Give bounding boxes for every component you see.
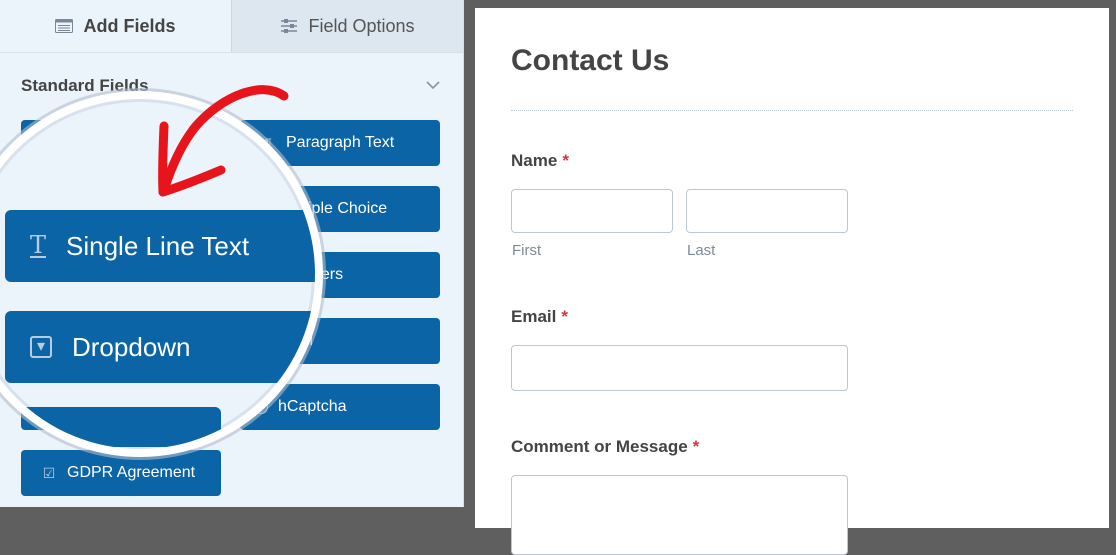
field-button-gdpr-agreement[interactable]: ☑ GDPR Agreement: [21, 450, 221, 496]
required-marker: *: [561, 307, 568, 326]
title-divider: [511, 110, 1073, 111]
field-button-label: Single Line Text: [66, 230, 250, 261]
form-preview: Contact Us Name * First Last Email * Comme…: [475, 8, 1109, 555]
email-label: Email *: [511, 307, 568, 327]
name-label-text: Name: [511, 151, 558, 170]
field-button-dropdown[interactable]: ▾ Dropdown: [5, 311, 315, 383]
email-label-text: Email: [511, 307, 557, 326]
message-label-text: Comment or Message: [511, 437, 688, 456]
field-button-label: Dropdown: [72, 331, 191, 362]
text-cursor-icon: T: [30, 231, 47, 259]
field-sidebar: Add Fields Field Options Standard Fields…: [0, 0, 464, 507]
last-name-input[interactable]: [686, 189, 848, 233]
list-table-icon: [55, 19, 74, 33]
message-textarea[interactable]: [511, 475, 848, 555]
first-name-input[interactable]: [511, 189, 673, 233]
name-label: Name *: [511, 151, 569, 171]
tab-add-fields[interactable]: Add Fields: [0, 0, 231, 52]
field-button-label: bers: [312, 266, 344, 283]
sliders-icon: [280, 18, 298, 34]
section-title: Standard Fields: [21, 76, 149, 95]
required-marker: *: [692, 437, 700, 456]
dropdown-icon: ▾: [30, 336, 52, 358]
checkbox-icon: ☑: [42, 464, 56, 481]
tab-field-options[interactable]: Field Options: [231, 0, 463, 52]
field-button-hidden-magnified[interactable]: [21, 407, 221, 447]
field-button-label: GDPR Agreement: [67, 464, 196, 481]
required-marker: *: [562, 151, 569, 170]
last-sublabel: Last: [687, 242, 716, 259]
message-label: Comment or Message *: [511, 437, 699, 457]
field-button-label: Paragraph Text: [286, 134, 395, 151]
email-input[interactable]: [511, 345, 848, 391]
first-sublabel: First: [512, 242, 542, 259]
field-button-label: hCaptcha: [278, 398, 347, 415]
form-title: Contact Us: [511, 44, 670, 77]
tab-field-options-label: Field Options: [308, 15, 415, 36]
sidebar-tabs: Add Fields Field Options: [0, 0, 463, 53]
field-button-single-line-text[interactable]: T Single Line Text: [5, 210, 315, 282]
chevron-down-icon[interactable]: [425, 78, 441, 92]
tab-add-fields-label: Add Fields: [83, 15, 176, 36]
